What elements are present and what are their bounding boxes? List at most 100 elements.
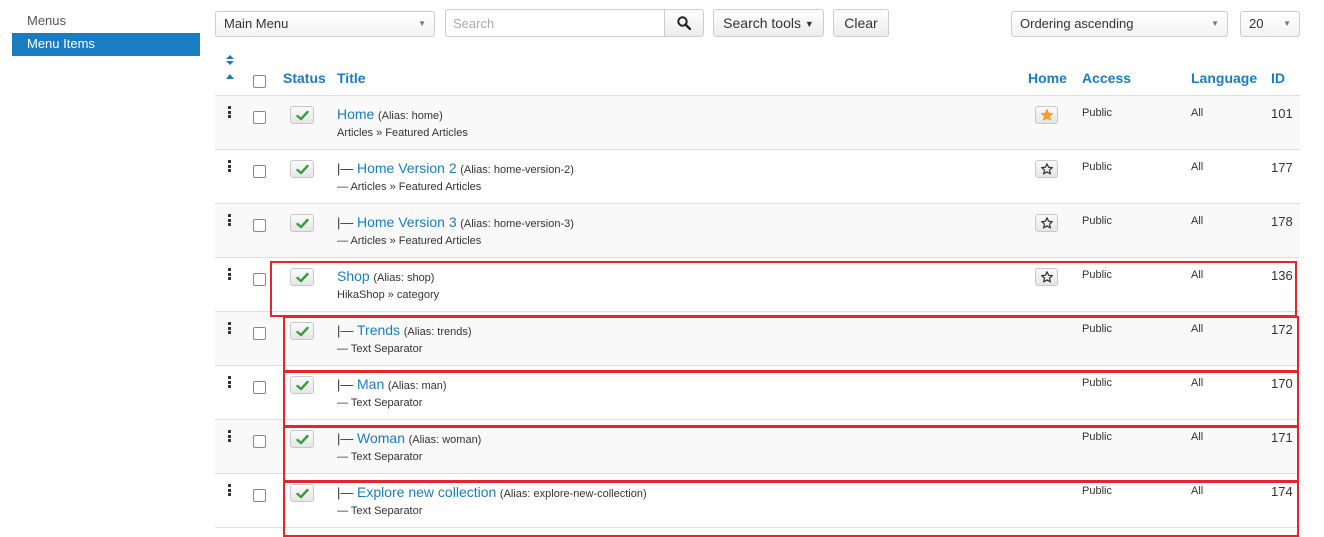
set-home-button[interactable] (1035, 268, 1058, 286)
status-published-button[interactable] (290, 484, 314, 502)
search-tools-button[interactable]: Search tools ▼ (713, 9, 824, 37)
drag-handle-icon[interactable] (228, 322, 232, 334)
menu-item-type: — Text Separator (337, 343, 423, 355)
drag-handle-icon[interactable] (228, 484, 232, 496)
status-published-button[interactable] (290, 160, 314, 178)
title-cell: |— Trends (Alias: trends) (337, 322, 472, 338)
drag-handle-icon[interactable] (228, 214, 232, 226)
language-cell: All (1191, 323, 1204, 335)
clear-button[interactable]: Clear (833, 9, 889, 37)
menu-item-title-link[interactable]: Woman (357, 430, 405, 446)
id-cell: 172 (1271, 322, 1293, 337)
menu-item-title-link[interactable]: Home Version 2 (357, 160, 457, 176)
sidebar-item-menu-items[interactable]: Menu Items (12, 33, 200, 56)
drag-handle-icon[interactable] (228, 268, 232, 280)
row-checkbox[interactable] (253, 435, 266, 448)
status-published-button[interactable] (290, 322, 314, 340)
row-checkbox[interactable] (253, 327, 266, 340)
tree-indent: |— (337, 431, 357, 446)
menu-item-title-link[interactable]: Home (337, 106, 374, 122)
row-checkbox[interactable] (253, 111, 266, 124)
status-published-button[interactable] (290, 106, 314, 124)
status-published-button[interactable] (290, 430, 314, 448)
column-header-home[interactable]: Home (1028, 70, 1067, 86)
checkmark-icon (296, 164, 309, 175)
sort-arrows-icon[interactable] (225, 55, 235, 81)
checkmark-icon (296, 218, 309, 229)
limit-select-value: 20 (1249, 16, 1264, 31)
select-all-checkbox[interactable] (253, 75, 266, 88)
search-tools-label: Search tools (723, 15, 801, 31)
status-published-button[interactable] (290, 376, 314, 394)
drag-handle-icon[interactable] (228, 160, 232, 172)
id-cell: 178 (1271, 214, 1293, 229)
title-cell: |— Woman (Alias: woman) (337, 430, 481, 446)
tree-indent: |— (337, 485, 357, 500)
access-cell: Public (1082, 161, 1112, 173)
menu-item-type: — Text Separator (337, 505, 423, 517)
table-header: Status Title Home Access Language ID (215, 52, 1300, 96)
column-header-access[interactable]: Access (1082, 70, 1131, 86)
table-body: Home (Alias: home) Articles » Featured Ar… (215, 96, 1300, 528)
status-published-button[interactable] (290, 214, 314, 232)
menu-select[interactable]: Main Menu ▼ (215, 11, 435, 37)
row-checkbox[interactable] (253, 219, 266, 232)
menu-item-title-link[interactable]: Shop (337, 268, 370, 284)
row-checkbox[interactable] (253, 165, 266, 178)
column-header-language[interactable]: Language (1191, 70, 1257, 86)
caret-down-icon: ▼ (804, 19, 814, 29)
id-cell: 174 (1271, 484, 1293, 499)
toolbar: Main Menu ▼ Search tools ▼ Clear Orderin… (215, 9, 1300, 39)
status-published-button[interactable] (290, 268, 314, 286)
drag-handle-icon[interactable] (228, 106, 232, 118)
set-home-button[interactable] (1035, 160, 1058, 178)
language-cell: All (1191, 161, 1204, 173)
menu-item-title-link[interactable]: Man (357, 376, 384, 392)
language-cell: All (1191, 269, 1204, 281)
menu-select-value: Main Menu (224, 16, 289, 31)
checkmark-icon (296, 110, 309, 121)
access-cell: Public (1082, 431, 1112, 443)
drag-handle-icon[interactable] (228, 430, 232, 442)
tree-indent: |— (337, 323, 357, 338)
drag-handle-icon[interactable] (228, 376, 232, 388)
column-header-status[interactable]: Status (283, 70, 326, 86)
title-cell: |— Home Version 3 (Alias: home-version-3… (337, 214, 574, 230)
ordering-select[interactable]: Ordering ascending ▼ (1011, 11, 1228, 37)
sidebar: Menus Menu Items (12, 10, 200, 56)
table-row: |— Home Version 3 (Alias: home-version-3… (215, 204, 1300, 258)
menu-item-type: HikaShop » category (337, 289, 440, 301)
limit-select[interactable]: 20 ▼ (1240, 11, 1300, 37)
menu-item-alias: (Alias: man) (387, 380, 447, 392)
menu-item-type: Articles » Featured Articles (337, 127, 468, 139)
ordering-select-value: Ordering ascending (1020, 16, 1134, 31)
column-header-title[interactable]: Title (337, 70, 366, 86)
search-input[interactable] (445, 9, 665, 37)
row-checkbox[interactable] (253, 273, 266, 286)
home-default-button[interactable] (1035, 106, 1058, 124)
checkmark-icon (296, 434, 309, 445)
chevron-down-icon: ▼ (1211, 19, 1219, 28)
language-cell: All (1191, 377, 1204, 389)
checkmark-icon (296, 272, 309, 283)
menu-item-title-link[interactable]: Home Version 3 (357, 214, 457, 230)
clear-label: Clear (844, 15, 878, 31)
sidebar-item-menus[interactable]: Menus (12, 10, 200, 33)
row-checkbox[interactable] (253, 381, 266, 394)
search-button[interactable] (664, 9, 704, 37)
table-row: |— Man (Alias: man) — Text Separator Publi… (215, 366, 1300, 420)
title-cell: Home (Alias: home) (337, 106, 443, 122)
language-cell: All (1191, 107, 1204, 119)
language-cell: All (1191, 215, 1204, 227)
menu-item-title-link[interactable]: Explore new collection (357, 484, 496, 500)
set-home-button[interactable] (1035, 214, 1058, 232)
row-checkbox[interactable] (253, 489, 266, 502)
tree-indent: |— (337, 161, 357, 176)
star-outline-icon (1041, 217, 1053, 229)
menu-item-title-link[interactable]: Trends (357, 322, 400, 338)
menu-item-alias: (Alias: explore-new-collection) (499, 488, 647, 500)
menu-item-type: — Text Separator (337, 451, 423, 463)
menu-item-alias: (Alias: woman) (408, 434, 482, 446)
column-header-id[interactable]: ID (1271, 70, 1285, 86)
checkmark-icon (296, 380, 309, 391)
